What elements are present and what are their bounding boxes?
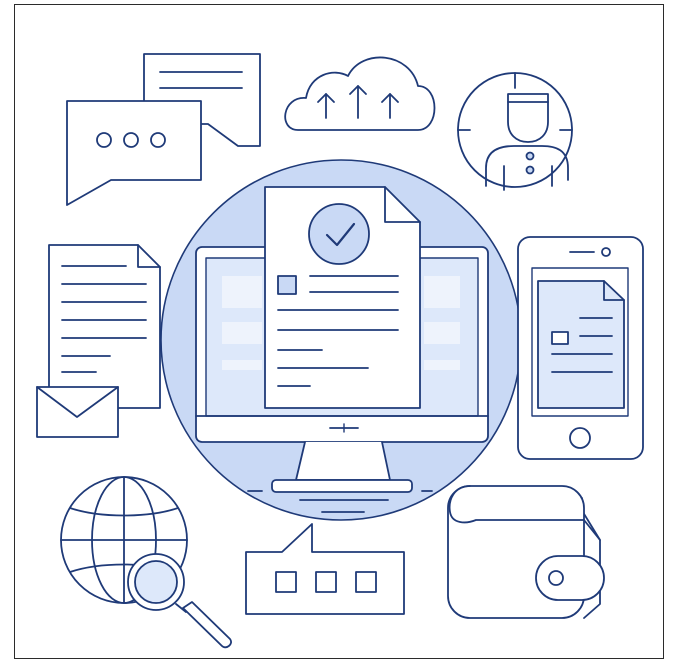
smartphone-icon: [517, 236, 644, 460]
message-box-icon: [245, 523, 405, 615]
document-list-icon: [48, 244, 161, 409]
cloud-upload-icon: [284, 56, 436, 131]
chat-bubbles-icon: [66, 53, 261, 206]
illustration-canvas: [0, 0, 673, 671]
checkmark-icon: [308, 203, 370, 265]
magnifier-icon: [127, 553, 232, 649]
wallet-icon: [447, 485, 605, 619]
user-target-icon: [457, 72, 573, 191]
envelope-icon: [36, 386, 119, 438]
business-workflow-illustration: [36, 53, 644, 649]
